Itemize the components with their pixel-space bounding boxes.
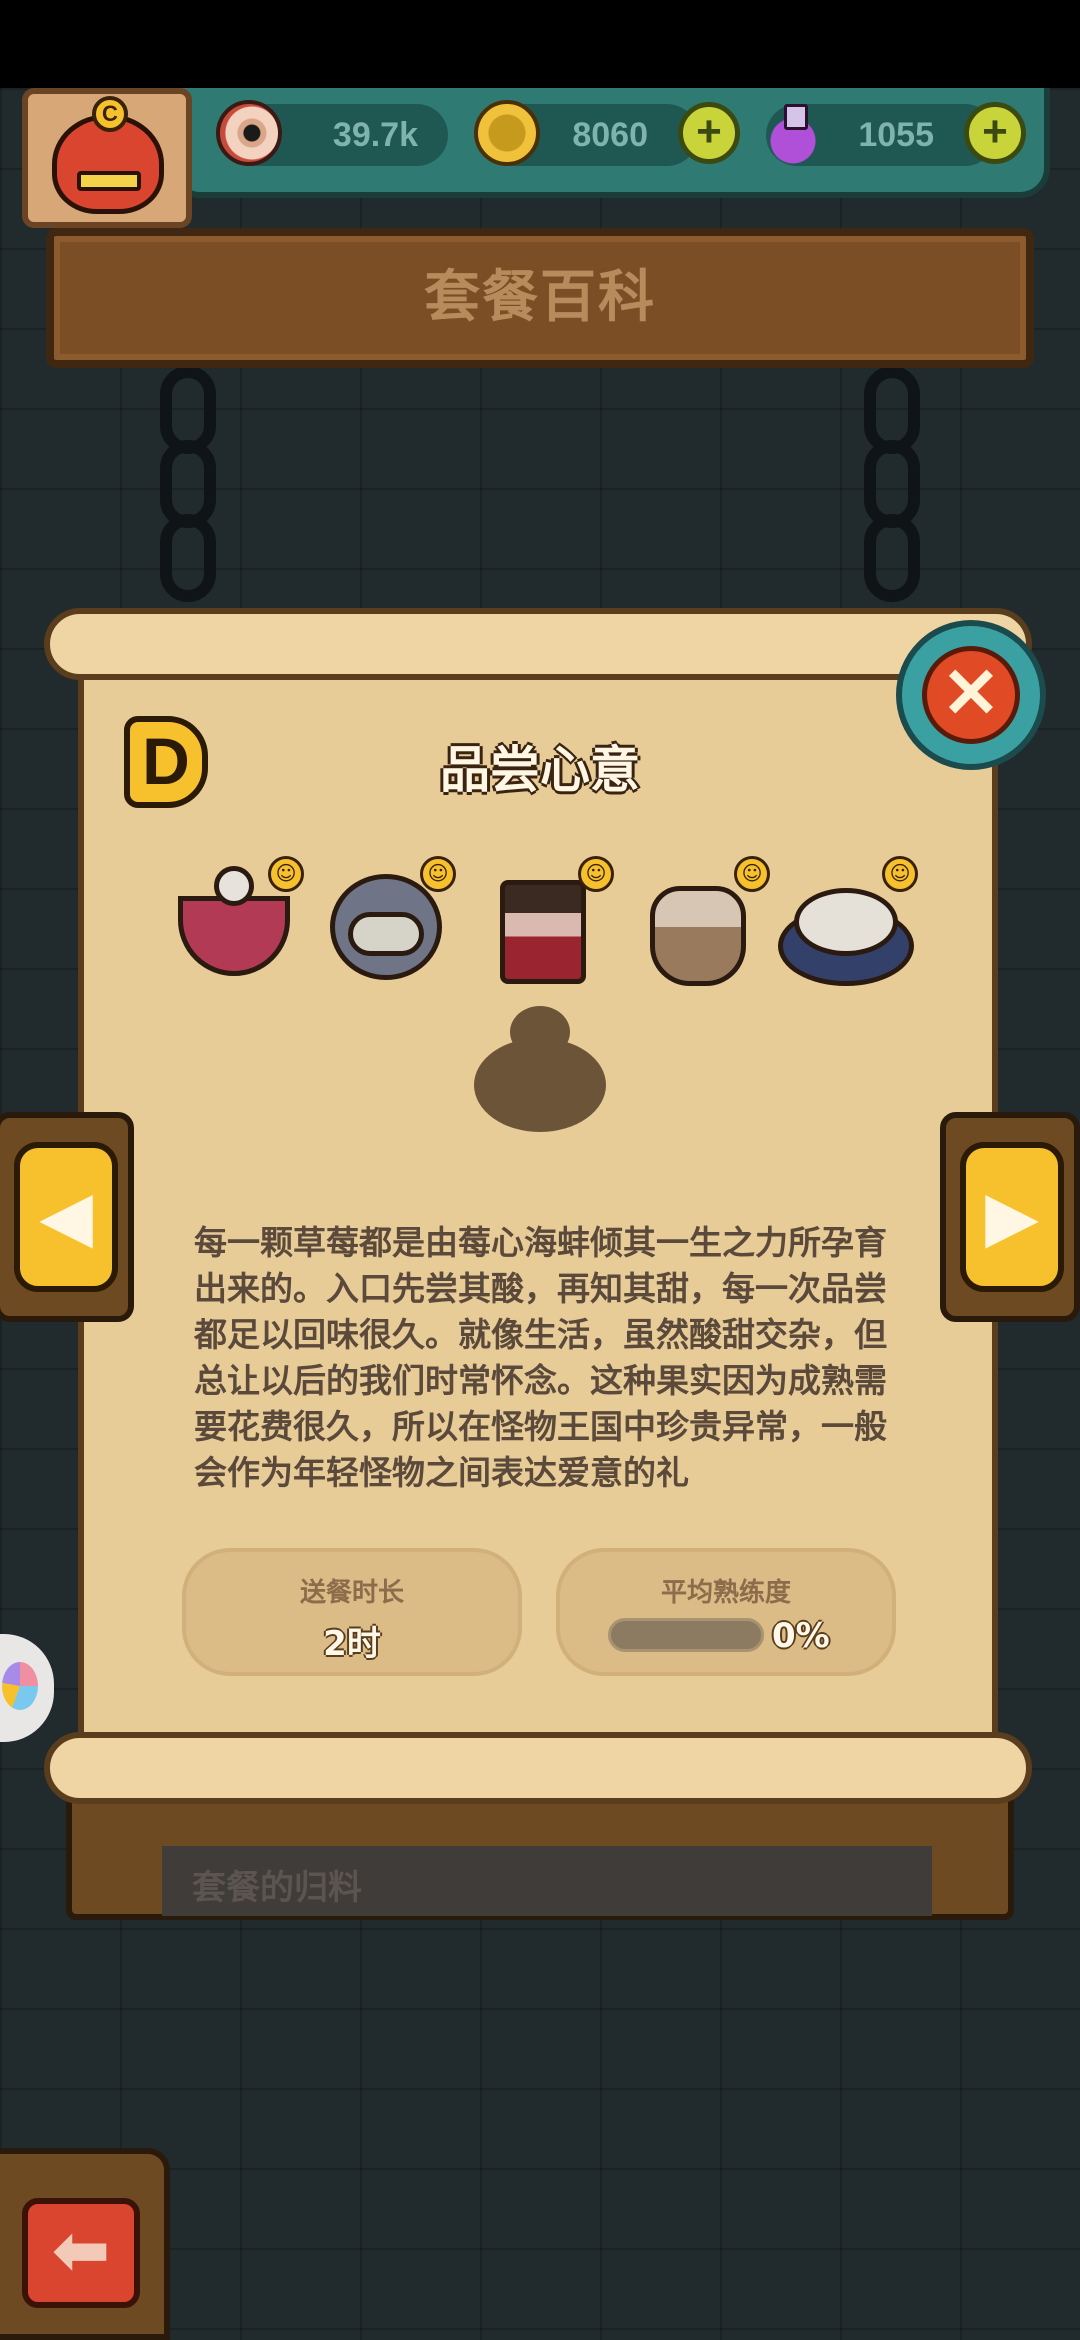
grade-badge: D: [124, 716, 208, 808]
smiley-badge-icon: ☺: [420, 856, 456, 892]
add-potions-button[interactable]: +: [964, 102, 1026, 164]
potion-icon: [760, 100, 826, 166]
player-avatar[interactable]: C: [22, 88, 192, 228]
coin-count: 8060: [572, 116, 648, 154]
potion-count: 1055: [858, 116, 934, 154]
mastery-label: 平均熟练度: [660, 1578, 791, 1608]
mastery-value: 0%: [772, 1616, 830, 1656]
add-coins-button[interactable]: +: [678, 102, 740, 164]
strawberry-pancake-icon[interactable]: ☺: [778, 856, 918, 990]
player-grade-badge: C: [92, 96, 128, 132]
layered-cup-dessert-icon[interactable]: ☺: [484, 856, 614, 990]
close-button[interactable]: ✕: [896, 620, 1046, 770]
background-list-item: 套餐的归料: [192, 1868, 362, 1908]
smiley-badge-icon: ☺: [578, 856, 614, 892]
set-description[interactable]: 每一颗草莓都是由莓心海蚌倾其一生之力所孕育出来的。入口先尝其酸，再知其甜，每一次…: [194, 1220, 894, 1496]
egg-dessert-icon[interactable]: ☺: [326, 856, 456, 990]
chain-right: [862, 366, 922, 602]
smiley-badge-icon: ☺: [734, 856, 770, 892]
eyeball-count: 39.7k: [332, 116, 418, 154]
smiley-badge-icon: ☺: [882, 856, 918, 892]
delivery-time-stat: 送餐时长 2时: [182, 1548, 522, 1676]
title-plank: 套餐百科: [46, 228, 1034, 368]
page-title: 套餐百科: [424, 265, 656, 330]
back-button[interactable]: ⬅: [0, 2148, 170, 2340]
locked-dish-silhouette-icon: [474, 1004, 606, 1132]
milk-tea-jar-icon[interactable]: ☺: [640, 856, 770, 990]
set-meal-title: 品尝心意: [440, 741, 640, 799]
delivery-time-value: 2时: [323, 1624, 381, 1664]
assistant-icon: [2, 1662, 38, 1710]
back-arrow-icon: ⬅: [22, 2198, 140, 2308]
strawberry-jelly-bowl-icon[interactable]: ☺: [174, 856, 304, 990]
next-set-button[interactable]: ▶: [940, 1112, 1080, 1322]
arrow-left-icon: ◀: [14, 1142, 118, 1292]
close-icon: ✕: [922, 646, 1020, 744]
smiley-badge-icon: ☺: [268, 856, 304, 892]
eyeball-icon: [216, 100, 282, 166]
mastery-stat: 平均熟练度 0%: [556, 1548, 896, 1676]
mastery-progress-bar: [608, 1618, 764, 1652]
scroll-bottom-roll: [44, 1732, 1032, 1804]
arrow-right-icon: ▶: [960, 1142, 1064, 1292]
scroll-top-roll: [44, 608, 1032, 680]
delivery-time-label: 送餐时长: [299, 1578, 404, 1608]
gold-coin-icon: [474, 100, 540, 166]
prev-set-button[interactable]: ◀: [0, 1112, 134, 1322]
chain-left: [158, 366, 218, 602]
status-bar: [0, 0, 1080, 88]
